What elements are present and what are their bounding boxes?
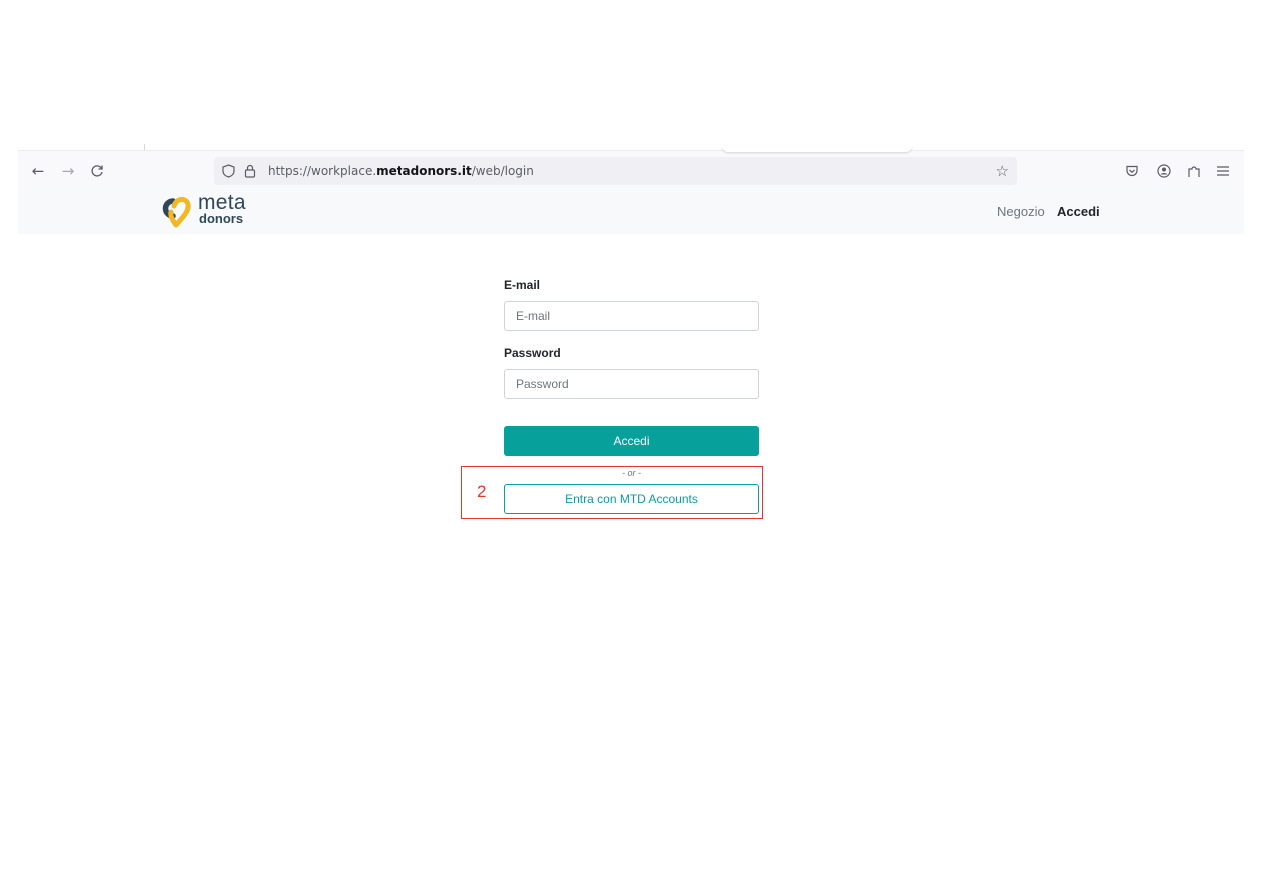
lock-icon[interactable] xyxy=(242,163,258,179)
url-text[interactable]: https://workplace.metadonors.it/web/logi… xyxy=(268,164,534,178)
email-label: E-mail xyxy=(504,278,541,292)
bookmark-star-icon[interactable]: ☆ xyxy=(996,162,1009,180)
logo-word-donors: donors xyxy=(199,211,244,226)
nav-link-login[interactable]: Accedi xyxy=(1057,204,1100,219)
annotation-highlight-box xyxy=(461,466,763,519)
browser-tab[interactable] xyxy=(722,146,912,152)
url-domain: metadonors.it xyxy=(376,164,472,178)
login-button[interactable]: Accedi xyxy=(504,426,759,456)
password-field[interactable] xyxy=(504,369,759,399)
annotation-number: 2 xyxy=(477,482,487,501)
logo-heart-icon xyxy=(162,197,191,228)
back-arrow-icon[interactable]: ← xyxy=(28,161,48,181)
shield-icon[interactable] xyxy=(220,163,236,179)
email-field[interactable] xyxy=(504,301,759,331)
nav-link-shop[interactable]: Negozio xyxy=(997,204,1045,219)
password-label: Password xyxy=(504,346,561,360)
url-bar[interactable]: https://workplace.metadonors.it/web/logi… xyxy=(214,157,1017,185)
metadonors-logo[interactable]: meta donors xyxy=(159,191,259,228)
forward-arrow-icon[interactable]: → xyxy=(58,161,78,181)
url-prefix: https://workplace. xyxy=(268,164,377,178)
menu-icon[interactable] xyxy=(1214,162,1232,180)
url-path: /web/login xyxy=(471,164,534,178)
extensions-icon[interactable] xyxy=(1185,162,1203,180)
pocket-icon[interactable] xyxy=(1123,162,1141,180)
reload-icon[interactable] xyxy=(87,161,107,181)
account-icon[interactable] xyxy=(1155,162,1173,180)
